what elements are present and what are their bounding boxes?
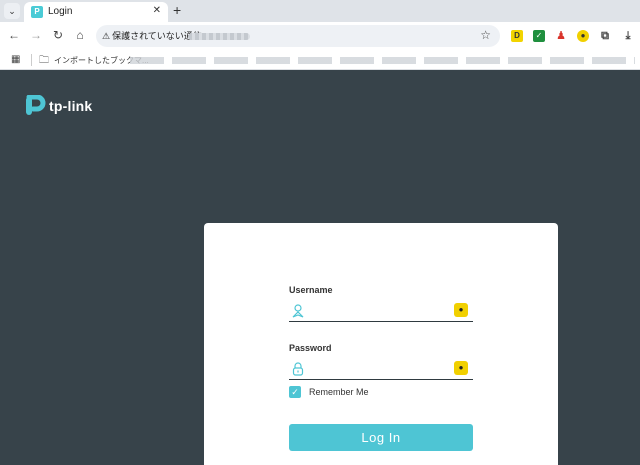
home-icon[interactable]: ⌂ xyxy=(72,28,88,42)
ext-check-icon[interactable]: ✓ xyxy=(533,30,545,42)
tab-bar: ⌄ P Login ✕ + xyxy=(0,0,640,22)
puzzle-icon[interactable]: ⧉ xyxy=(599,30,611,42)
bookmark-star-icon[interactable]: ☆ xyxy=(480,28,491,42)
forward-icon[interactable]: → xyxy=(28,28,44,42)
apps-grid-icon[interactable]: ▦ xyxy=(11,54,20,65)
password-manager-icon[interactable]: ● xyxy=(454,361,468,375)
ext-red-icon[interactable]: ♟ xyxy=(555,30,567,42)
download-icon[interactable]: ⤓ xyxy=(622,30,634,42)
folder-icon: 🗀 xyxy=(39,55,49,66)
tab-title: Login xyxy=(48,6,73,17)
user-icon xyxy=(292,304,304,318)
new-tab-icon[interactable]: + xyxy=(173,2,181,18)
address-bar[interactable]: ⚠ 保護されていない通信 ☆ xyxy=(96,25,500,47)
bookmarks-bar: ▦ 🗀 インポートしたブックマ... xyxy=(0,50,640,70)
warning-icon: ⚠ xyxy=(102,31,111,41)
ext-yellow-icon[interactable]: D xyxy=(511,30,523,42)
bookmarks-blurred xyxy=(130,57,635,64)
remember-checkbox[interactable]: ✓ xyxy=(289,386,301,398)
logo-text: tp-link xyxy=(49,98,93,114)
security-indicator[interactable]: ⚠ 保護されていない通信 xyxy=(102,29,202,42)
tab-login[interactable]: P Login ✕ xyxy=(24,2,168,22)
url-blurred xyxy=(188,33,250,40)
ext-yellow-round-icon[interactable]: ● xyxy=(577,30,589,42)
username-field[interactable]: ● xyxy=(289,300,473,322)
password-input[interactable] xyxy=(309,360,449,376)
back-icon[interactable]: ← xyxy=(6,28,22,42)
tab-search-icon[interactable]: ⌄ xyxy=(4,3,20,19)
reload-icon[interactable]: ↻ xyxy=(50,28,66,42)
password-manager-icon[interactable]: ● xyxy=(454,303,468,317)
browser-toolbar: ← → ↻ ⌂ ⚠ 保護されていない通信 ☆ D ✓ ♟ ● ⧉ ⤓ xyxy=(0,22,640,50)
tab-close-icon[interactable]: ✕ xyxy=(153,5,161,16)
login-page: tp-link Username ● Password ● ✓ Remember… xyxy=(0,71,640,465)
bookmarks-divider xyxy=(31,54,32,66)
password-field[interactable]: ● xyxy=(289,358,473,380)
remember-label: Remember Me xyxy=(309,387,369,397)
login-button[interactable]: Log In xyxy=(289,424,473,451)
lock-icon xyxy=(292,362,304,376)
tp-link-logo-icon xyxy=(26,95,46,115)
tp-link-favicon-icon: P xyxy=(31,6,43,18)
username-input[interactable] xyxy=(309,302,449,318)
username-label: Username xyxy=(289,285,333,295)
password-label: Password xyxy=(289,343,332,353)
login-card: Username ● Password ● ✓ Remember Me Log … xyxy=(204,223,558,465)
